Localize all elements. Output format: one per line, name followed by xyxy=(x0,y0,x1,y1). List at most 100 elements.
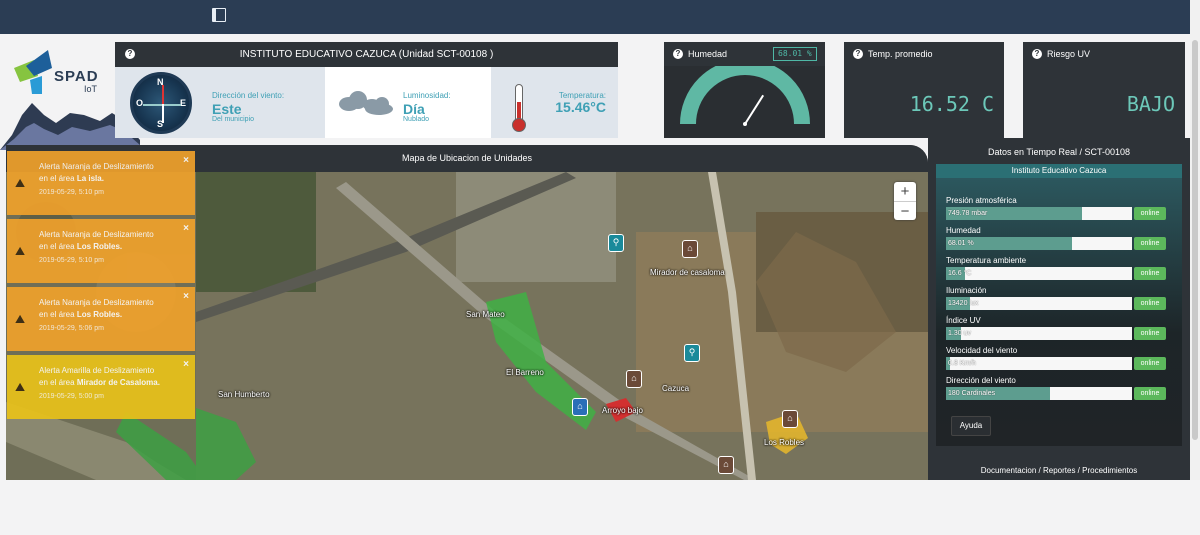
top-bar xyxy=(0,0,1190,34)
alert-text: en el área xyxy=(39,310,77,319)
page: SPAD IoT ? INSTITUTO EDUCATIVO CAZUCA (U… xyxy=(0,0,1200,535)
compass-icon: N S O E xyxy=(130,72,192,134)
map-label-los-robles: Los Robles xyxy=(764,438,805,447)
online-badge: online xyxy=(1134,297,1166,310)
map-label-arroyo-bajo: Arroyo bajo xyxy=(602,406,643,415)
help-icon[interactable]: ? xyxy=(125,49,135,59)
close-icon[interactable]: × xyxy=(183,155,189,167)
sensor-label: Velocidad del viento xyxy=(946,346,1018,355)
sensor-row: Velocidad del viento 0.8 Km/h online xyxy=(946,346,1168,370)
alert-text: en el área xyxy=(39,242,77,251)
map-label-el-barreno: El Barreno xyxy=(506,368,544,377)
sensor-label: Índice UV xyxy=(946,316,981,325)
humidity-card-header: ? Humedad 68.01 % xyxy=(664,42,825,66)
help-icon[interactable]: ? xyxy=(1032,49,1042,59)
sensor-label: Presión atmosférica xyxy=(946,196,1017,205)
institute-panel: ? INSTITUTO EDUCATIVO CAZUCA (Unidad SCT… xyxy=(115,42,618,138)
realtime-panel: Datos en Tiempo Real / SCT-00108 Institu… xyxy=(928,138,1190,480)
zoom-in-button[interactable]: + xyxy=(894,182,916,201)
temp-average-value: 16.52 C xyxy=(909,92,994,116)
sensor-label: Dirección del viento xyxy=(946,376,1016,385)
alert-area: Los Robles. xyxy=(76,310,123,319)
alert-area: Los Robles. xyxy=(76,242,123,251)
satellite-map-image xyxy=(196,172,928,480)
sensor-label: Iluminación xyxy=(946,286,987,295)
sensor-bar: 749.78 mbar xyxy=(946,207,1132,220)
temp-average-title: Temp. promedio xyxy=(868,49,933,59)
online-badge: online xyxy=(1134,207,1166,220)
humidity-gauge xyxy=(680,59,810,126)
alert-item[interactable]: ⛰ × Alerta Naranja de Deslizamiento en e… xyxy=(7,219,195,283)
sensor-value: 0.8 Km/h xyxy=(948,360,977,367)
alert-title: Alerta Naranja de Deslizamiento xyxy=(39,298,154,307)
sensor-bar: 1.30 uv xyxy=(946,327,1132,340)
map-marker-landslide[interactable]: ⌂ xyxy=(626,370,642,388)
sensor-row: Presión atmosférica 749.78 mbar online xyxy=(946,196,1168,220)
uv-risk-card: ? Riesgo UV BAJO xyxy=(1023,42,1185,138)
landslide-icon: ⛰ xyxy=(15,312,26,326)
luminosity-value: Día xyxy=(403,101,425,117)
luminosity-sub: Nublado xyxy=(403,116,430,123)
sensor-bar: 68.01 % xyxy=(946,237,1132,250)
map-marker-station[interactable]: ⚲ xyxy=(608,234,624,252)
sensor-label: Humedad xyxy=(946,226,981,235)
institute-panel-header: ? INSTITUTO EDUCATIVO CAZUCA (Unidad SCT… xyxy=(115,42,618,67)
online-badge: online xyxy=(1134,267,1166,280)
sensor-value: 180 Cardinales xyxy=(948,390,996,397)
sensor-label: Temperatura ambiente xyxy=(946,256,1027,265)
wind-direction-sub: Del municipio xyxy=(212,116,255,123)
temp-average-header: ? Temp. promedio xyxy=(844,42,1004,66)
map-marker-school[interactable]: ⌂ xyxy=(572,398,588,416)
landslide-icon: ⛰ xyxy=(15,176,26,190)
uv-risk-value: BAJO xyxy=(1126,92,1175,116)
alert-item[interactable]: ⛰ × Alerta Amarilla de Deslizamiento en … xyxy=(7,355,195,419)
temp-average-card: ? Temp. promedio 16.52 C xyxy=(844,42,1004,138)
sensor-bar: 180 Cardinales xyxy=(946,387,1132,400)
zoom-out-button[interactable]: − xyxy=(894,201,916,220)
close-icon[interactable]: × xyxy=(183,291,189,303)
humidity-badge: 68.01 % xyxy=(773,47,817,61)
alert-date: 2019-05-29, 5:10 pm xyxy=(39,257,104,264)
realtime-subtitle: Instituto Educativo Cazuca xyxy=(936,164,1182,178)
sensor-value: 1.30 uv xyxy=(948,330,971,337)
sensor-value: 16.6 °C xyxy=(948,270,972,277)
online-badge: online xyxy=(1134,357,1166,370)
alert-item[interactable]: ⛰ × Alerta Naranja de Deslizamiento en e… xyxy=(7,287,195,351)
wind-direction-value: Este xyxy=(212,101,242,117)
close-icon[interactable]: × xyxy=(183,359,189,371)
map-canvas[interactable]: + − ⚲ ⌂ ⚲ ⌂ ⌂ ⌂ ⌂ San Mateo Mirador de c… xyxy=(196,172,928,480)
landslide-icon: ⛰ xyxy=(15,244,26,258)
map-label-san-humberto: San Humberto xyxy=(218,390,270,399)
logo-subtext: IoT xyxy=(84,84,98,94)
help-icon[interactable]: ? xyxy=(853,49,863,59)
page-bottom xyxy=(0,480,1200,535)
sensor-value: 749.78 mbar xyxy=(948,210,988,217)
alert-text: en el área xyxy=(39,174,77,183)
alert-text: en el área xyxy=(39,378,77,387)
close-icon[interactable]: × xyxy=(183,223,189,235)
luminosity-box: Luminosidad: Día Nublado xyxy=(325,67,491,138)
docs-footer-link[interactable]: Documentacion / Reportes / Procedimiento… xyxy=(928,462,1190,480)
help-button[interactable]: Ayuda xyxy=(951,416,991,436)
map-marker-station[interactable]: ⚲ xyxy=(684,344,700,362)
scrollbar-thumb[interactable] xyxy=(1192,40,1198,440)
map-marker-landslide[interactable]: ⌂ xyxy=(682,240,698,258)
humidity-card-body xyxy=(664,59,825,138)
wind-direction-label: Dirección del viento: xyxy=(212,91,285,100)
alert-date: 2019-05-29, 5:00 pm xyxy=(39,393,104,400)
help-icon[interactable]: ? xyxy=(673,49,683,59)
map-marker-landslide[interactable]: ⌂ xyxy=(782,410,798,428)
sidebar-toggle-icon[interactable] xyxy=(212,8,226,22)
map-label-cazuca: Cazuca xyxy=(662,384,690,393)
uv-risk-title: Riesgo UV xyxy=(1047,49,1091,59)
alert-title: Alerta Naranja de Deslizamiento xyxy=(39,162,154,171)
map-label-mirador: Mirador de casaloma xyxy=(650,268,725,277)
alert-area: Mirador de Casaloma. xyxy=(76,378,160,387)
alert-item[interactable]: ⛰ × Alerta Naranja de Deslizamiento en e… xyxy=(7,151,195,215)
alert-title: Alerta Naranja de Deslizamiento xyxy=(39,230,154,239)
sensor-row: Dirección del viento 180 Cardinales online xyxy=(946,376,1168,400)
sensor-row: Índice UV 1.30 uv online xyxy=(946,316,1168,340)
humidity-card: ? Humedad 68.01 % xyxy=(664,42,825,138)
map-marker-landslide[interactable]: ⌂ xyxy=(718,456,734,474)
sensor-value: 13420 lux xyxy=(948,300,979,307)
